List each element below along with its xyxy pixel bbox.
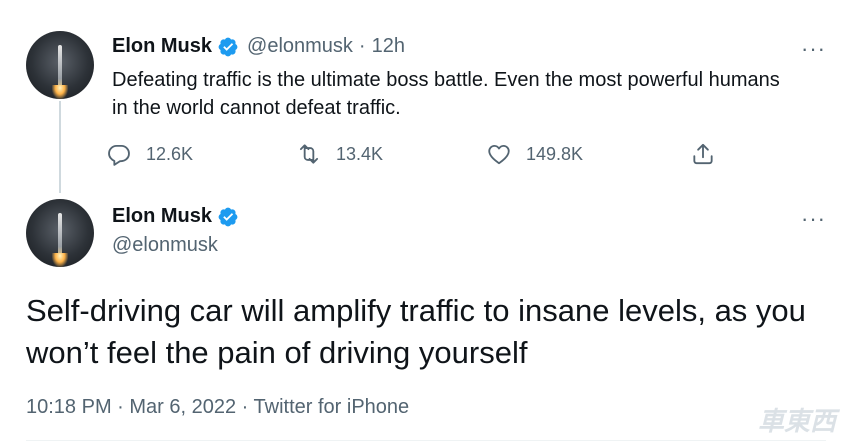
thread-line [59, 101, 61, 193]
divider [26, 440, 826, 441]
flame-graphic [52, 85, 68, 99]
watermark-logo: 車東西 [758, 401, 836, 438]
retweet-icon [299, 144, 319, 164]
avatar[interactable] [26, 31, 94, 99]
tweet-1-text: Defeating traffic is the ultimate boss b… [112, 69, 780, 119]
tweet-2-text: Self-driving car will amplify traffic to… [26, 293, 806, 370]
tweet-time[interactable]: 12h [372, 35, 405, 58]
retweet-button[interactable]: 13.4K [296, 141, 383, 167]
like-count: 149.8K [526, 143, 584, 164]
author-handle[interactable]: @elonmusk [247, 35, 353, 58]
retweet-count: 13.4K [336, 143, 384, 164]
like-icon [488, 144, 510, 165]
author-handle[interactable]: @elonmusk [112, 234, 218, 257]
share-icon [693, 143, 713, 165]
tweet-metadata[interactable]: 10:18 PM · Mar 6, 2022 · Twitter for iPh… [26, 396, 409, 419]
author-name[interactable]: Elon Musk [112, 35, 212, 58]
tweet-1-header: Elon Musk @elonmusk · 12h [112, 35, 405, 58]
avatar[interactable] [26, 199, 94, 267]
watermark-text: 車東西 [757, 406, 836, 436]
tweet-2-header: Elon Musk [112, 205, 239, 228]
separator-dot: · [358, 35, 366, 57]
more-icon[interactable]: ··· [801, 38, 826, 60]
more-icon[interactable]: ··· [801, 208, 826, 230]
reply-icon [108, 144, 130, 166]
like-button[interactable]: 149.8K [486, 141, 583, 167]
reply-button[interactable]: 12.6K [106, 141, 193, 167]
verified-badge-icon [217, 206, 239, 228]
verified-badge-icon [217, 36, 239, 58]
share-button[interactable] [690, 141, 716, 167]
author-name[interactable]: Elon Musk [112, 205, 212, 228]
reply-count: 12.6K [146, 143, 194, 164]
flame-graphic [52, 253, 68, 267]
tweet-actions: 12.6K 13.4K 149.8K [106, 141, 726, 169]
